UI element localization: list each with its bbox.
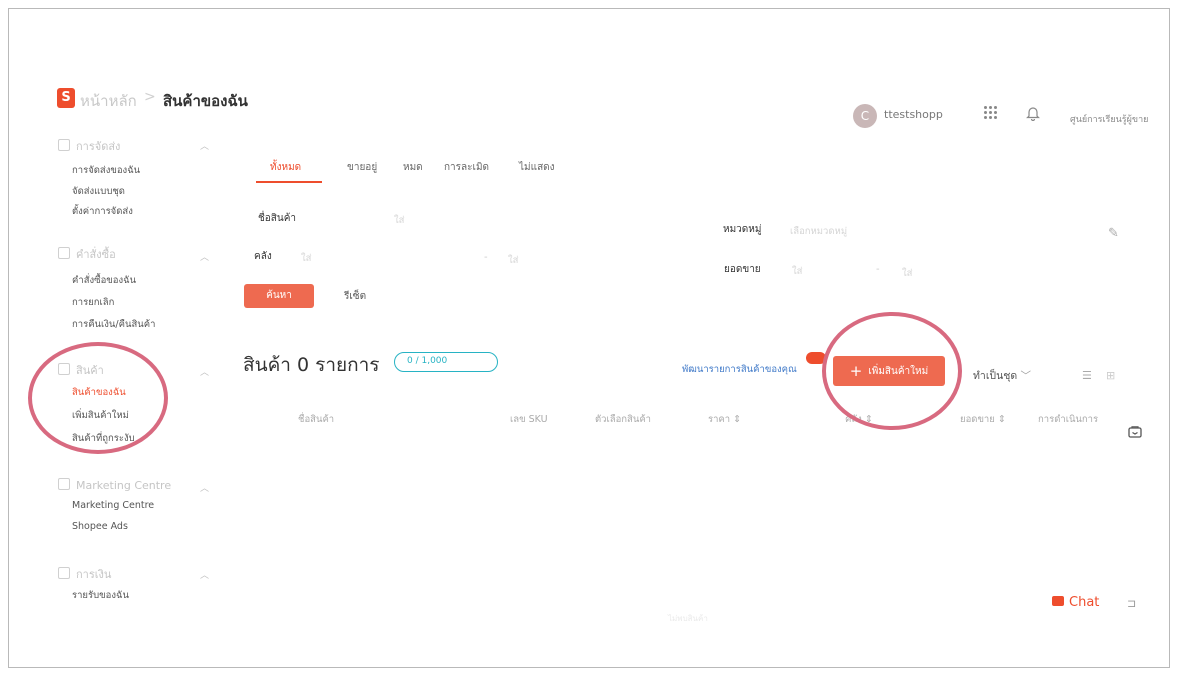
sidebar-item-cancellation[interactable]: การยกเลิก bbox=[72, 295, 114, 310]
sidebar-section-orders[interactable]: คำสั่งซื้อ bbox=[58, 245, 116, 263]
column-stock[interactable]: คลัง ⇕ bbox=[845, 412, 873, 427]
new-indicator bbox=[806, 352, 826, 364]
bell-icon[interactable] bbox=[1026, 105, 1040, 121]
chevron-up-icon[interactable]: ︿ bbox=[200, 250, 209, 263]
chevron-down-icon: ﹀ bbox=[1020, 370, 1032, 382]
apps-grid-icon[interactable] bbox=[984, 106, 998, 120]
sort-icon: ⇕ bbox=[733, 414, 742, 425]
chevron-up-icon[interactable]: ︿ bbox=[200, 139, 209, 152]
tab-delisted[interactable]: ไม่แสดง bbox=[519, 160, 555, 175]
sidebar-item-my-products[interactable]: สินค้าของฉัน bbox=[72, 385, 126, 400]
chat-icon bbox=[1052, 596, 1064, 606]
column-price[interactable]: ราคา ⇕ bbox=[708, 412, 741, 427]
column-product-name: ชื่อสินค้า bbox=[298, 414, 335, 425]
category-select[interactable]: เลือกหมวดหมู่ bbox=[790, 224, 847, 239]
shopee-logo-icon[interactable]: S bbox=[57, 88, 75, 108]
sidebar-item-my-income[interactable]: รายรับของฉัน bbox=[72, 588, 129, 603]
empty-state-text: ไม่พบสินค้า bbox=[668, 614, 708, 623]
sidebar-item-mass-ship[interactable]: จัดส่งแบบชุด bbox=[72, 184, 125, 199]
seller-education-link[interactable]: ศูนย์การเรียนรู้ผู้ขาย bbox=[1070, 112, 1148, 126]
sidebar-section-products[interactable]: สินค้า bbox=[58, 361, 104, 379]
sidebar-item-my-shipment[interactable]: การจัดส่งของฉัน bbox=[72, 163, 140, 178]
box-icon bbox=[58, 363, 70, 375]
tab-sold-out[interactable]: หมด bbox=[403, 160, 423, 175]
sort-icon: ⇕ bbox=[997, 414, 1006, 425]
sales-range-dash: - bbox=[876, 264, 880, 275]
sales-min-input[interactable]: ใส่ bbox=[792, 264, 802, 279]
product-count-title: สินค้า 0 รายการ bbox=[243, 354, 380, 376]
sidebar-section-marketing[interactable]: Marketing Centre bbox=[58, 478, 171, 492]
chevron-up-icon[interactable]: ︿ bbox=[200, 568, 209, 581]
sidebar-section-shipping[interactable]: การจัดส่ง bbox=[58, 137, 120, 155]
list-view-icon[interactable]: ☰ bbox=[1082, 369, 1092, 382]
column-variation: ตัวเลือกสินค้า bbox=[595, 414, 652, 425]
tab-all[interactable]: ทั้งหมด bbox=[270, 160, 301, 175]
sidebar-item-marketing-centre[interactable]: Marketing Centre bbox=[72, 500, 154, 511]
clipboard-icon bbox=[58, 247, 70, 259]
column-sales[interactable]: ยอดขาย ⇕ bbox=[960, 412, 1006, 427]
chevron-up-icon[interactable]: ︿ bbox=[200, 365, 209, 378]
sort-icon: ⇕ bbox=[864, 414, 873, 425]
grid-view-icon[interactable]: ⊞ bbox=[1106, 369, 1115, 382]
column-actions: การดำเนินการ bbox=[1038, 414, 1099, 425]
chat-button[interactable]: Chat bbox=[1052, 595, 1099, 610]
improve-listing-link[interactable]: พัฒนารายการสินค้าของคุณ bbox=[682, 362, 797, 377]
product-name-input[interactable]: ใส่ bbox=[394, 213, 404, 228]
sidebar-item-banned-products[interactable]: สินค้าที่ถูกระงับ bbox=[72, 431, 135, 446]
breadcrumb-separator: > bbox=[144, 89, 156, 105]
page-title: สินค้าของฉัน bbox=[163, 92, 248, 110]
plus-icon: + bbox=[849, 362, 863, 380]
tab-live[interactable]: ขายอยู่ bbox=[347, 160, 377, 175]
stock-max-input[interactable]: ใส่ bbox=[508, 253, 518, 268]
batch-tools-dropdown[interactable]: ทำเป็นชุด ﹀ bbox=[973, 367, 1031, 384]
category-label: หมวดหมู่ bbox=[723, 224, 762, 235]
stock-label: คลัง bbox=[254, 251, 272, 262]
breadcrumb-home[interactable]: หน้าหลัก bbox=[80, 89, 137, 113]
avatar[interactable]: C bbox=[853, 104, 877, 128]
collapse-icon[interactable]: ⊐ bbox=[1127, 597, 1136, 610]
column-sku: เลข SKU bbox=[510, 414, 548, 425]
megaphone-icon bbox=[58, 478, 70, 490]
truck-icon bbox=[58, 139, 70, 151]
wallet-icon bbox=[58, 567, 70, 579]
stock-range-dash: - bbox=[484, 252, 488, 263]
sidebar-item-return-refund[interactable]: การคืนเงิน/คืนสินค้า bbox=[72, 317, 155, 332]
active-tab-indicator bbox=[256, 181, 322, 183]
product-name-label[interactable]: ชื่อสินค้า bbox=[258, 211, 296, 226]
sidebar-item-shopee-ads[interactable]: Shopee Ads bbox=[72, 521, 128, 532]
add-new-product-button[interactable]: + เพิ่มสินค้าใหม่ bbox=[833, 356, 945, 386]
sidebar-item-shipping-settings[interactable]: ตั้งค่าการจัดส่ง bbox=[72, 204, 133, 219]
reset-button[interactable]: รีเซ็ต bbox=[344, 289, 366, 304]
search-button[interactable]: ค้นหา bbox=[244, 284, 314, 308]
sales-max-input[interactable]: ใส่ bbox=[902, 266, 912, 281]
sidebar-item-add-product[interactable]: เพิ่มสินค้าใหม่ bbox=[72, 408, 129, 423]
column-settings-icon[interactable] bbox=[1128, 426, 1142, 438]
sidebar-item-my-orders[interactable]: คำสั่งซื้อของฉัน bbox=[72, 273, 136, 288]
username[interactable]: ttestshopp bbox=[884, 108, 943, 121]
chevron-up-icon[interactable]: ︿ bbox=[200, 481, 209, 494]
quota-badge: 0 / 1,000 bbox=[394, 352, 498, 372]
sidebar-section-finance[interactable]: การเงิน bbox=[58, 565, 111, 583]
sales-label: ยอดขาย bbox=[724, 264, 761, 275]
pencil-icon[interactable]: ✎ bbox=[1108, 226, 1119, 241]
tab-violation[interactable]: การละเมิด bbox=[444, 160, 489, 175]
stock-min-input[interactable]: ใส่ bbox=[301, 251, 311, 266]
